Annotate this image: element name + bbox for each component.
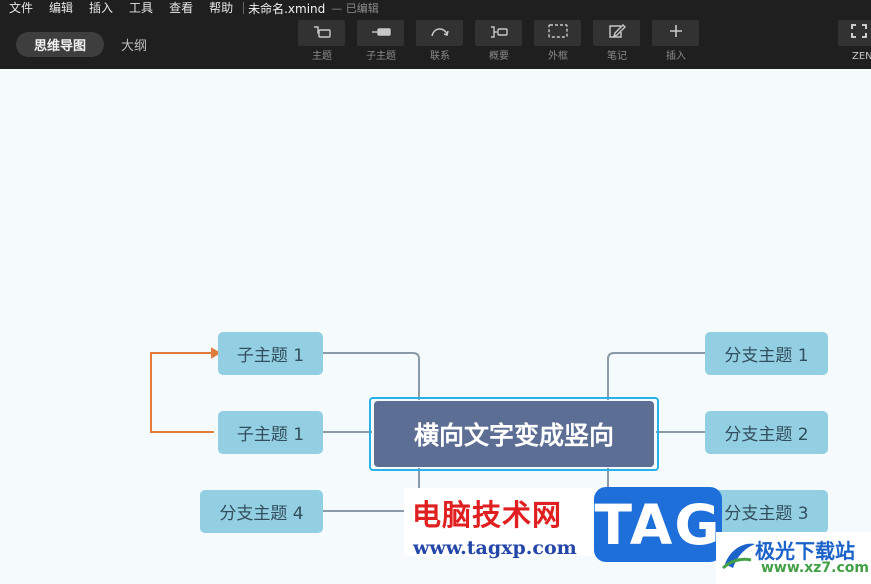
menu-edit[interactable]: 编辑 (40, 0, 80, 16)
relationship-icon (429, 24, 451, 43)
tab-outline[interactable]: 大纲 (110, 32, 158, 57)
boundary-label: 外框 (548, 51, 568, 62)
zen-label: ZEN (852, 51, 871, 62)
menu-help[interactable]: 帮助 (200, 0, 240, 16)
menu-divider (243, 2, 245, 14)
summary-button[interactable]: 概要 (475, 20, 523, 64)
relationship-label: 联系 (430, 51, 450, 62)
file-status: — 已编辑 (331, 2, 379, 15)
watermark-title: 电脑技术网 (412, 498, 563, 532)
menu-file[interactable]: 文件 (0, 0, 40, 16)
summary-label: 概要 (489, 51, 509, 62)
subtopic-label: 子主题 (366, 51, 396, 62)
connector-right-1 (607, 352, 705, 400)
aurora-logo-icon (721, 538, 757, 572)
fullscreen-icon (850, 23, 868, 43)
topic-label: 主题 (312, 51, 332, 62)
boundary-button[interactable]: 外框 (534, 20, 582, 64)
insert-button[interactable]: 插入 (652, 20, 700, 64)
subtopic-icon (370, 24, 392, 43)
menu-tools[interactable]: 工具 (120, 0, 160, 16)
subtopic-button[interactable]: 子主题 (357, 20, 405, 64)
plus-icon (668, 23, 684, 43)
tab-mindmap[interactable]: 思维导图 (16, 32, 104, 57)
note-button[interactable]: 笔记 (593, 20, 641, 64)
boundary-icon (547, 23, 569, 43)
topic-left-2[interactable]: 子主题 1 (218, 411, 323, 454)
menu-bar: 文件 编辑 插入 工具 查看 帮助 未命名.xmind — 已编辑 (0, 0, 379, 16)
summary-icon (488, 24, 510, 43)
file-title: 未命名.xmind (248, 1, 326, 16)
topic-right-3[interactable]: 分支主题 3 (705, 490, 828, 533)
note-label: 笔记 (607, 51, 627, 62)
relationship-button[interactable]: 联系 (416, 20, 464, 64)
toolbar: 文件 编辑 插入 工具 查看 帮助 未命名.xmind — 已编辑 思维导图 大… (0, 0, 871, 69)
topic-right-2[interactable]: 分支主题 2 (705, 411, 828, 454)
menu-insert[interactable]: 插入 (80, 0, 120, 16)
relationship-arrow (150, 347, 222, 433)
topic-icon (312, 24, 332, 43)
watermark-url: www.tagxp.com (413, 537, 577, 559)
topic-button[interactable]: 主题 (298, 20, 346, 64)
watermark-tag-logo: TAG (594, 487, 722, 562)
topic-right-1[interactable]: 分支主题 1 (705, 332, 828, 375)
insert-label: 插入 (666, 51, 686, 62)
note-icon (607, 23, 627, 43)
topic-left-1[interactable]: 子主题 1 (218, 332, 323, 375)
zen-button[interactable]: ZEN (838, 20, 871, 64)
topic-left-3[interactable]: 分支主题 4 (200, 490, 323, 533)
watermark-site-url: www.xz7.com (761, 560, 869, 576)
central-topic[interactable]: 横向文字变成竖向 (374, 401, 654, 467)
menu-view[interactable]: 查看 (160, 0, 200, 16)
connector-left-1 (323, 352, 420, 400)
